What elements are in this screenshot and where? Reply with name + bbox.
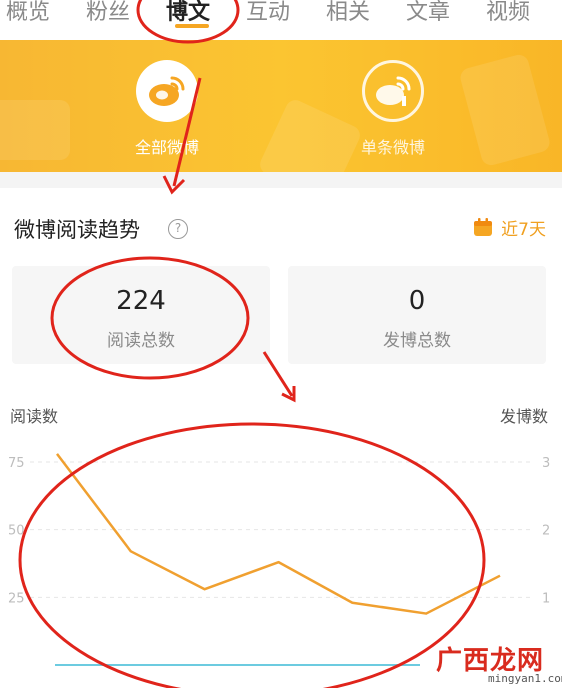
left-tick-label: 25 bbox=[8, 591, 25, 606]
reads-total-label: 阅读总数 bbox=[107, 331, 175, 351]
right-axis-title: 发博数 bbox=[499, 407, 548, 426]
tab-bar: 概览 粉丝 博文 互动 相关 文章 视频 bbox=[0, 0, 562, 40]
weibo-icon bbox=[136, 60, 198, 122]
all-posts-label: 全部微博 bbox=[134, 138, 199, 157]
posts-total-value: 0 bbox=[408, 286, 426, 316]
left-tick-label: 50 bbox=[8, 524, 25, 539]
tab-videos[interactable]: 视频 bbox=[486, 0, 530, 26]
right-tick-label: 1 bbox=[542, 591, 550, 606]
tab-fans[interactable]: 粉丝 bbox=[86, 0, 130, 26]
date-range-selector[interactable]: 近7天 bbox=[473, 215, 546, 240]
reads-series-line bbox=[56, 453, 501, 615]
weibo-single-icon bbox=[362, 60, 424, 122]
posts-stat-card: 0 发博总数 bbox=[288, 266, 546, 364]
section-divider bbox=[0, 172, 562, 188]
single-post-label: 单条微博 bbox=[360, 138, 425, 157]
tab-related[interactable]: 相关 bbox=[326, 0, 370, 26]
posts-total-label: 发博总数 bbox=[383, 331, 451, 351]
mode-banner: 全部微博 单条微博 bbox=[0, 40, 562, 172]
left-axis-title: 阅读数 bbox=[10, 407, 59, 426]
all-posts-mode[interactable]: 全部微博 bbox=[102, 60, 232, 158]
banner-decoration bbox=[0, 100, 70, 160]
tab-interaction[interactable]: 互动 bbox=[246, 0, 290, 26]
active-tab-indicator bbox=[175, 24, 209, 28]
tab-posts[interactable]: 博文 bbox=[166, 0, 210, 26]
right-tick-label: 3 bbox=[542, 456, 550, 471]
reads-total-value: 224 bbox=[116, 286, 166, 316]
calendar-icon bbox=[474, 218, 493, 236]
right-tick-label: 2 bbox=[542, 524, 550, 539]
section-title: 微博阅读趋势 bbox=[14, 218, 140, 242]
watermark-site: mingyan1.com bbox=[488, 672, 562, 685]
tab-overview[interactable]: 概览 bbox=[6, 0, 50, 26]
annotation-arrowhead bbox=[281, 386, 296, 403]
left-tick-label: 75 bbox=[8, 456, 25, 471]
watermark: 广西龙网 mingyan1.com bbox=[426, 640, 562, 688]
date-range-label: 近7天 bbox=[501, 220, 546, 240]
tab-articles[interactable]: 文章 bbox=[406, 0, 450, 26]
reads-stat-card: 224 阅读总数 bbox=[12, 266, 270, 364]
banner-decoration bbox=[458, 52, 552, 168]
help-circle-icon[interactable]: ? bbox=[168, 219, 188, 239]
single-post-mode[interactable]: 单条微博 bbox=[328, 60, 458, 158]
